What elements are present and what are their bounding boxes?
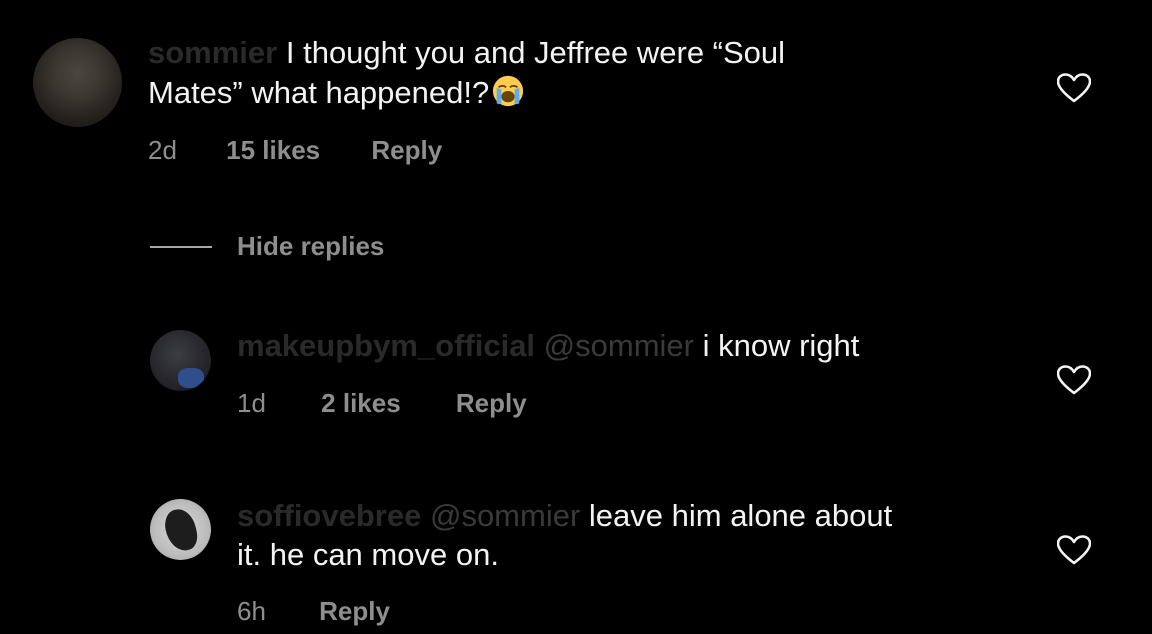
- reply-body-line-2: it. he can move on.: [237, 537, 499, 572]
- reply-mention[interactable]: @sommier: [544, 328, 694, 363]
- comment-body-line-1: I thought you and Jeffree were “Soul: [285, 35, 786, 70]
- heart-outline-icon[interactable]: [1057, 365, 1091, 395]
- comment-meta: 2d 15 likes Reply: [148, 135, 442, 165]
- comment-timestamp: 2d: [148, 135, 177, 165]
- reply-timestamp: 1d: [237, 388, 266, 418]
- avatar[interactable]: [150, 499, 211, 560]
- reply-button[interactable]: Reply: [371, 135, 442, 165]
- loudly-crying-face-emoji-icon: [493, 75, 524, 107]
- reply-mention[interactable]: @sommier: [430, 498, 580, 533]
- reply-text: makeupbym_official @sommier i know right: [237, 326, 859, 366]
- comment-text: sommier I thought you and Jeffree were “…: [148, 33, 785, 73]
- comment-text-line-2: Mates” what happened!?: [148, 73, 525, 113]
- reply-button[interactable]: Reply: [319, 596, 390, 626]
- avatar[interactable]: [33, 38, 122, 127]
- avatar-detail: [178, 368, 204, 388]
- reply-username[interactable]: soffiovebree: [237, 498, 421, 533]
- avatar-detail: [161, 506, 201, 554]
- comment-username[interactable]: sommier: [148, 35, 277, 70]
- heart-outline-icon[interactable]: [1057, 73, 1091, 103]
- reply-text: soffiovebree @sommier leave him alone ab…: [237, 496, 892, 536]
- reply-meta: 6h Reply: [237, 596, 390, 626]
- reply-body: i know right: [702, 328, 860, 363]
- reply-username[interactable]: makeupbym_official: [237, 328, 535, 363]
- reply-text-line-2: it. he can move on.: [237, 535, 499, 575]
- reply-button[interactable]: Reply: [456, 388, 527, 418]
- reply-timestamp: 6h: [237, 596, 266, 626]
- comment-body-line-2: Mates” what happened!?: [148, 75, 490, 110]
- hide-replies-button[interactable]: Hide replies: [237, 231, 384, 261]
- reply-body-line-1: leave him alone about: [588, 498, 893, 533]
- heart-outline-icon[interactable]: [1057, 535, 1091, 565]
- reply-meta: 1d 2 likes Reply: [237, 388, 527, 418]
- hide-replies-divider: [150, 246, 212, 248]
- avatar[interactable]: [150, 330, 211, 391]
- reply-likes-count[interactable]: 2 likes: [321, 388, 401, 418]
- comment-likes-count[interactable]: 15 likes: [226, 135, 320, 165]
